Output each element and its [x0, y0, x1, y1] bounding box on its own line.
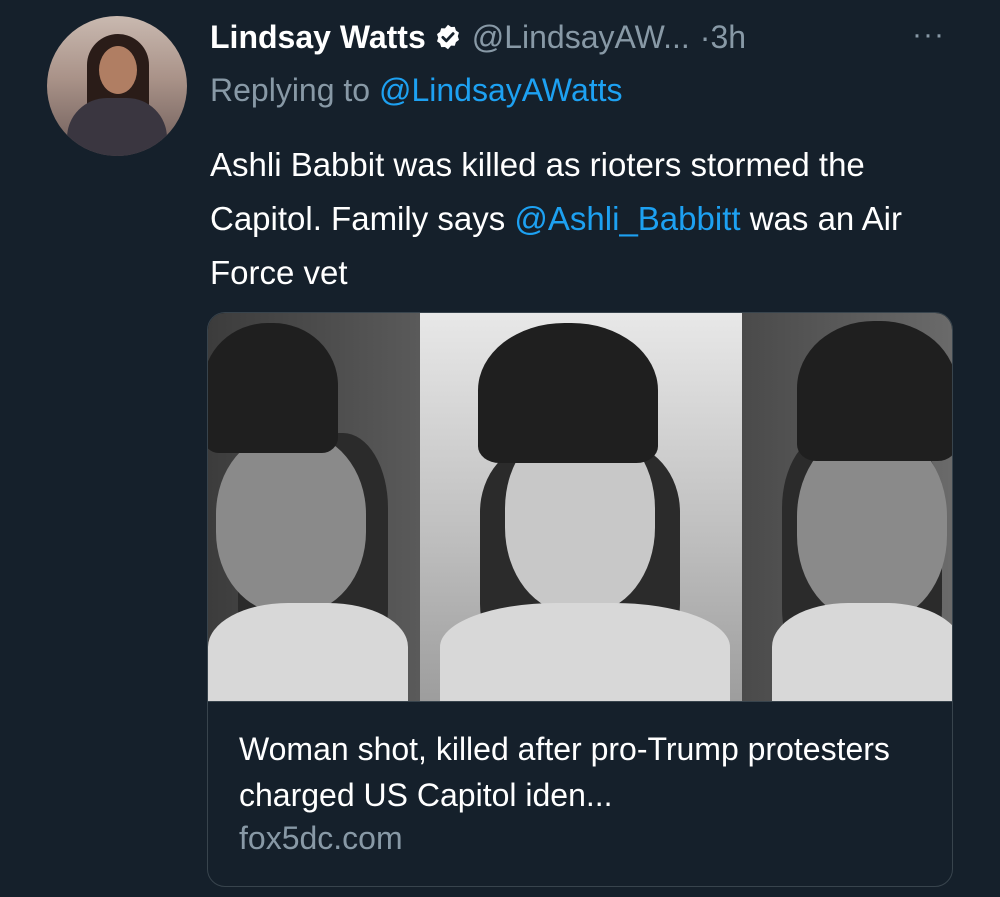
- replying-handle-link[interactable]: @LindsayAWatts: [379, 72, 623, 108]
- replying-label: Replying to: [210, 72, 371, 108]
- avatar-body: [67, 98, 167, 156]
- tweet-timestamp[interactable]: ·3h: [700, 19, 746, 56]
- more-options-icon[interactable]: ···: [912, 18, 945, 52]
- card-image-panel-right: [742, 313, 952, 701]
- beanie-shape: [478, 323, 658, 463]
- card-image-panel-left: [208, 313, 420, 701]
- tweet-body: Ashli Babbit was killed as rioters storm…: [210, 138, 910, 300]
- card-image[interactable]: [208, 313, 952, 701]
- shirt-shape: [440, 603, 730, 701]
- replying-to: Replying to @LindsayAWatts: [210, 72, 623, 109]
- avatar-face: [99, 46, 137, 94]
- card-title[interactable]: Woman shot, killed after pro-Trump prote…: [239, 726, 929, 818]
- author-name[interactable]: Lindsay Watts: [210, 19, 426, 56]
- face-shape: [216, 433, 366, 613]
- author-handle[interactable]: @LindsayAW...: [472, 19, 690, 56]
- tweet-header: Lindsay Watts @LindsayAW... ·3h: [210, 14, 746, 60]
- beanie-shape: [208, 323, 338, 453]
- verified-badge-icon: [434, 23, 462, 51]
- card-domain: fox5dc.com: [239, 820, 403, 856]
- link-card[interactable]: Woman shot, killed after pro-Trump prote…: [207, 312, 953, 887]
- card-image-panel-center: [420, 313, 742, 701]
- shirt-shape: [772, 603, 952, 701]
- mention-link[interactable]: @Ashli_Babbitt: [514, 200, 740, 237]
- author-avatar[interactable]: [47, 16, 187, 156]
- shirt-shape: [208, 603, 408, 701]
- card-info: Woman shot, killed after pro-Trump prote…: [208, 701, 952, 886]
- beanie-shape: [797, 321, 952, 461]
